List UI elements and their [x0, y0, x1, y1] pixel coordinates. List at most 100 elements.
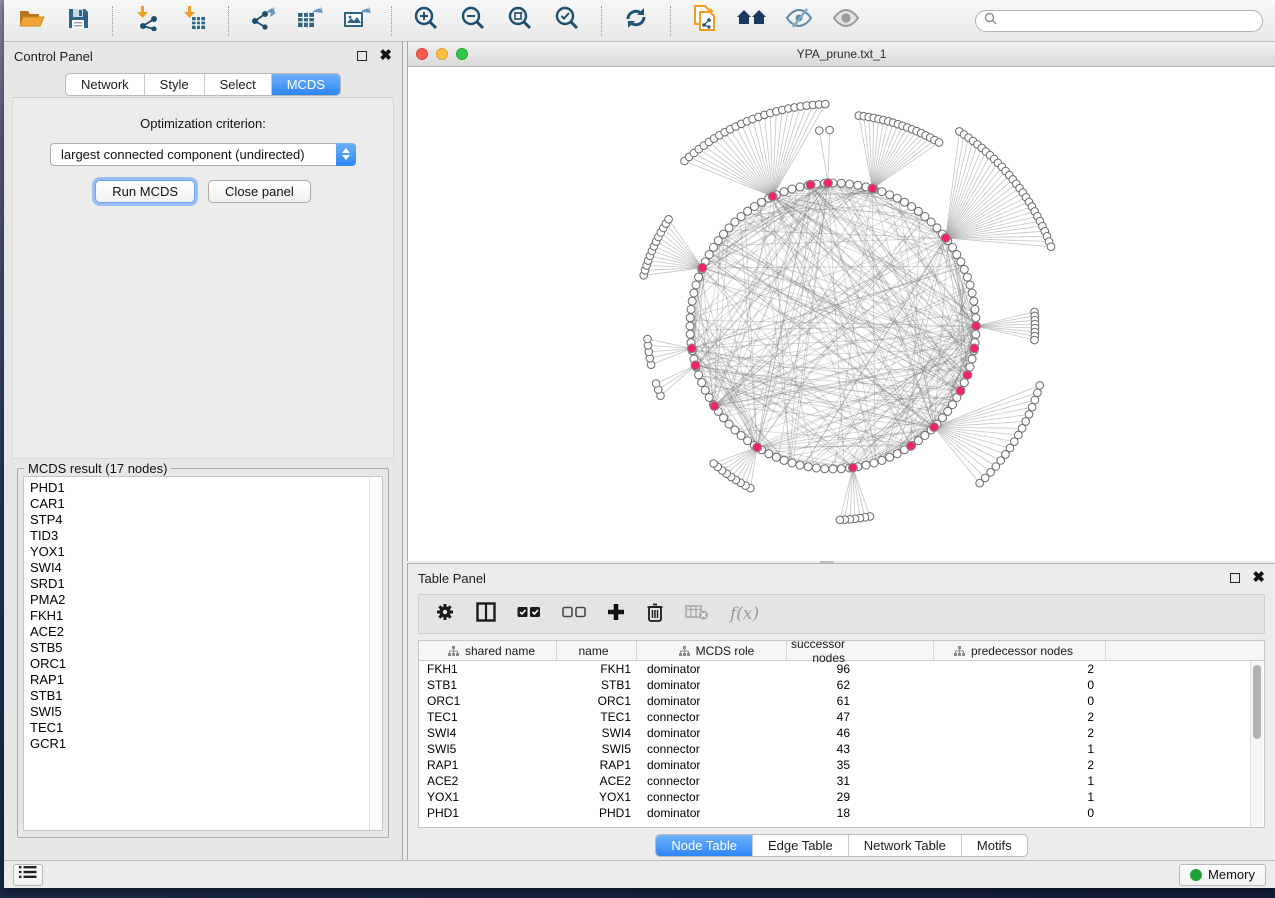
- network-node[interactable]: [1047, 243, 1055, 251]
- network-node[interactable]: [804, 463, 812, 471]
- network-node[interactable]: [705, 394, 713, 402]
- network-node[interactable]: [901, 198, 909, 206]
- mcds-result-item[interactable]: TID3: [30, 528, 363, 544]
- network-node[interactable]: [780, 456, 788, 464]
- network-node[interactable]: [652, 380, 660, 388]
- run-mcds-button[interactable]: Run MCDS: [95, 180, 195, 203]
- network-node[interactable]: [862, 461, 870, 469]
- clone-network-button[interactable]: [690, 6, 720, 36]
- table-row[interactable]: STB1STB1dominator620: [419, 677, 1264, 693]
- mcds-result-item[interactable]: STP4: [30, 512, 363, 528]
- scrollbar-thumb[interactable]: [1253, 665, 1261, 739]
- zoom-out-button[interactable]: [458, 6, 488, 36]
- memory-button[interactable]: Memory: [1179, 864, 1266, 886]
- network-node[interactable]: [686, 322, 694, 330]
- network-node[interactable]: [644, 335, 652, 343]
- network-node[interactable]: [1031, 396, 1039, 404]
- export-table-button[interactable]: [295, 6, 325, 36]
- column-header-name[interactable]: name: [557, 641, 637, 660]
- network-node[interactable]: [698, 379, 706, 387]
- mcds-hub-node[interactable]: [868, 184, 877, 193]
- mcds-hub-node[interactable]: [691, 361, 700, 370]
- deselect-all-button[interactable]: [562, 605, 586, 623]
- import-table-button[interactable]: [179, 6, 209, 36]
- network-node[interactable]: [765, 450, 773, 458]
- mcds-result-item[interactable]: ACE2: [30, 624, 363, 640]
- search-field[interactable]: [975, 10, 1263, 32]
- network-node[interactable]: [893, 194, 901, 202]
- mcds-list-scrollbar[interactable]: [369, 477, 382, 830]
- network-node[interactable]: [695, 273, 703, 281]
- mcds-hub-node[interactable]: [956, 386, 965, 395]
- table-row[interactable]: TEC1TEC1connector472: [419, 709, 1264, 725]
- mcds-hub-node[interactable]: [941, 234, 950, 243]
- task-history-button[interactable]: [13, 864, 43, 886]
- table-settings-button[interactable]: [435, 602, 455, 627]
- refresh-button[interactable]: [621, 6, 651, 36]
- network-node[interactable]: [796, 183, 804, 191]
- network-node[interactable]: [772, 453, 780, 461]
- column-header-mcds-role[interactable]: MCDS role: [637, 641, 787, 660]
- network-node[interactable]: [710, 460, 718, 468]
- network-node[interactable]: [788, 459, 796, 467]
- tab-mcds[interactable]: MCDS: [272, 74, 340, 95]
- select-all-button[interactable]: [517, 605, 541, 623]
- column-header-shared-name[interactable]: shared name: [419, 641, 557, 660]
- network-node[interactable]: [970, 297, 978, 305]
- network-view-canvas[interactable]: [408, 67, 1275, 561]
- network-node[interactable]: [1025, 411, 1033, 419]
- mcds-hub-node[interactable]: [848, 463, 857, 472]
- table-tab-edge-table[interactable]: Edge Table: [753, 835, 849, 856]
- network-node[interactable]: [972, 314, 980, 322]
- mcds-result-item[interactable]: FKH1: [30, 608, 363, 624]
- network-node[interactable]: [826, 126, 834, 134]
- search-input[interactable]: [1002, 13, 1254, 29]
- network-node[interactable]: [812, 464, 820, 472]
- network-node[interactable]: [690, 289, 698, 297]
- network-node[interactable]: [1028, 403, 1036, 411]
- network-node[interactable]: [796, 461, 804, 469]
- first-neighbors-button[interactable]: [737, 6, 767, 36]
- mcds-hub-node[interactable]: [930, 423, 939, 432]
- mcds-result-item[interactable]: GCR1: [30, 736, 363, 752]
- network-node[interactable]: [854, 181, 862, 189]
- mcds-result-item[interactable]: TEC1: [30, 720, 363, 736]
- network-node[interactable]: [665, 216, 673, 224]
- network-node[interactable]: [821, 465, 829, 473]
- network-node[interactable]: [878, 456, 886, 464]
- zoom-selected-button[interactable]: [552, 6, 582, 36]
- close-panel-button[interactable]: Close panel: [208, 180, 311, 203]
- mcds-hub-node[interactable]: [972, 322, 981, 331]
- mcds-hub-node[interactable]: [698, 263, 707, 272]
- network-node[interactable]: [780, 188, 788, 196]
- open-file-button[interactable]: [16, 6, 46, 36]
- mcds-hub-node[interactable]: [806, 180, 815, 189]
- table-tab-node-table[interactable]: Node Table: [656, 835, 753, 856]
- network-node[interactable]: [966, 281, 974, 289]
- network-node[interactable]: [960, 265, 968, 273]
- close-panel-icon[interactable]: ✖: [379, 51, 392, 61]
- table-vertical-scrollbar[interactable]: [1250, 662, 1263, 826]
- network-node[interactable]: [972, 330, 980, 338]
- network-node[interactable]: [686, 330, 694, 338]
- zoom-in-button[interactable]: [411, 6, 441, 36]
- network-node[interactable]: [935, 139, 943, 147]
- table-row[interactable]: RAP1RAP1dominator352: [419, 757, 1264, 773]
- network-node[interactable]: [687, 305, 695, 313]
- mcds-result-item[interactable]: SRD1: [30, 576, 363, 592]
- export-network-button[interactable]: [248, 6, 278, 36]
- tab-network[interactable]: Network: [66, 74, 145, 95]
- network-node[interactable]: [968, 289, 976, 297]
- network-node[interactable]: [963, 273, 971, 281]
- network-node[interactable]: [957, 258, 965, 266]
- table-row[interactable]: SWI4SWI4dominator462: [419, 725, 1264, 741]
- export-image-button[interactable]: [342, 6, 372, 36]
- mcds-result-item[interactable]: CAR1: [30, 496, 363, 512]
- network-node[interactable]: [686, 314, 694, 322]
- table-row[interactable]: ACE2ACE2connector311: [419, 773, 1264, 789]
- table-row[interactable]: YOX1YOX1connector291: [419, 789, 1264, 805]
- network-node[interactable]: [829, 465, 837, 473]
- mcds-result-item[interactable]: SWI4: [30, 560, 363, 576]
- show-column-button[interactable]: [476, 602, 496, 627]
- mcds-result-item[interactable]: STB5: [30, 640, 363, 656]
